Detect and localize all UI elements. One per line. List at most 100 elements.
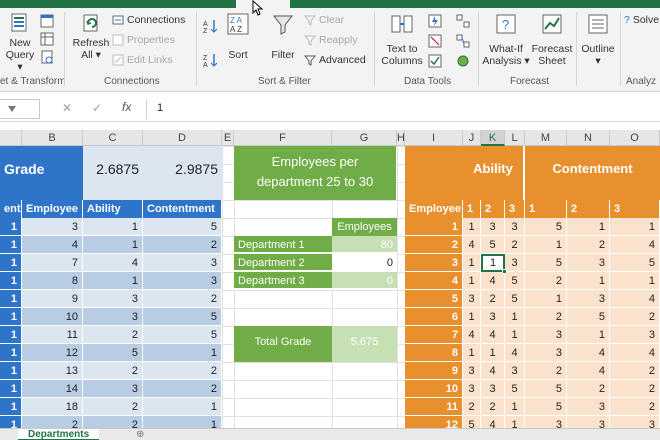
data-validation-icon[interactable]: [428, 54, 442, 71]
forecast-sheet-button[interactable]: Forecast Sheet: [530, 12, 574, 67]
column-header-a[interactable]: [0, 130, 22, 146]
right-table-cell[interactable]: 2: [481, 290, 505, 308]
right-table-cell[interactable]: 2: [481, 398, 505, 416]
left-table-cell[interactable]: 2: [83, 362, 143, 380]
right-table-cell[interactable]: 4: [610, 290, 660, 308]
right-table-cell[interactable]: 2: [525, 272, 567, 290]
left-table-cell[interactable]: 5: [143, 326, 222, 344]
right-table-cell[interactable]: 4: [463, 326, 481, 344]
right-table-header[interactable]: 2: [567, 200, 610, 218]
advanced-button[interactable]: Advanced: [304, 54, 366, 66]
left-table-cell[interactable]: 13: [22, 362, 83, 380]
left-table-cell[interactable]: 3: [83, 308, 143, 326]
right-table-cell[interactable]: 5: [481, 236, 505, 254]
column-header-h[interactable]: H: [397, 130, 405, 146]
what-if-analysis-button[interactable]: ? What-If Analysis ▾: [482, 12, 530, 67]
right-table-cell[interactable]: 1: [463, 218, 481, 236]
text-to-columns-button[interactable]: Text to Columns: [378, 12, 426, 67]
right-table-cell[interactable]: 1: [481, 344, 505, 362]
right-table-cell[interactable]: 1: [567, 218, 610, 236]
right-table-cell[interactable]: 4: [567, 344, 610, 362]
left-table-cell[interactable]: 1: [0, 272, 22, 290]
right-table-header[interactable]: 1: [463, 200, 481, 218]
new-query-button[interactable]: New Query ▾: [2, 12, 38, 73]
right-table-cell[interactable]: 4: [405, 272, 463, 290]
right-table-cell[interactable]: 2: [610, 380, 660, 398]
filter-button[interactable]: Filter: [266, 12, 300, 61]
right-table-cell[interactable]: 1: [505, 308, 525, 326]
left-table-cell[interactable]: 1: [83, 218, 143, 236]
right-table-cell[interactable]: 4: [481, 362, 505, 380]
right-table-cell[interactable]: 6: [405, 308, 463, 326]
formula-input[interactable]: 1: [146, 99, 660, 119]
ability-average[interactable]: 2.6875: [83, 146, 143, 200]
right-table-cell[interactable]: 3: [481, 380, 505, 398]
right-table-cell[interactable]: 3: [505, 362, 525, 380]
right-table-cell[interactable]: 1: [405, 218, 463, 236]
right-table-header[interactable]: 1: [525, 200, 567, 218]
right-table-header[interactable]: 3: [505, 200, 525, 218]
column-header-e[interactable]: E: [222, 130, 234, 146]
right-table-cell[interactable]: 3: [567, 398, 610, 416]
department-employees[interactable]: 80: [332, 236, 397, 254]
right-table-cell[interactable]: 1: [610, 272, 660, 290]
right-table-cell[interactable]: 5: [610, 254, 660, 272]
right-table-cell[interactable]: 1: [505, 398, 525, 416]
left-table-cell[interactable]: 1: [143, 344, 222, 362]
left-table-cell[interactable]: 1: [143, 398, 222, 416]
right-table-cell[interactable]: 3: [481, 308, 505, 326]
right-table-cell[interactable]: 4: [505, 344, 525, 362]
left-table-cell[interactable]: 3: [143, 272, 222, 290]
right-table-cell[interactable]: 3: [610, 326, 660, 344]
right-table-cell[interactable]: 2: [525, 362, 567, 380]
remove-duplicates-icon[interactable]: [428, 34, 442, 51]
right-table-cell[interactable]: 3: [505, 218, 525, 236]
sheet-tab-departments[interactable]: Departments: [18, 429, 100, 440]
total-grade-value[interactable]: 5.675: [332, 326, 397, 362]
left-table-cell[interactable]: 5: [143, 308, 222, 326]
right-table-cell[interactable]: 1: [610, 218, 660, 236]
insert-function-icon[interactable]: fx: [122, 100, 131, 114]
left-table-cell[interactable]: 14: [22, 380, 83, 398]
right-table-header[interactable]: 3: [610, 200, 660, 218]
name-box[interactable]: [0, 99, 40, 119]
column-header-j[interactable]: J: [463, 130, 481, 146]
left-table-cell[interactable]: 1: [0, 236, 22, 254]
enter-formula-icon[interactable]: ✓: [92, 101, 102, 115]
right-table-cell[interactable]: 5: [567, 308, 610, 326]
column-header-n[interactable]: N: [567, 130, 610, 146]
left-table-cell[interactable]: 4: [22, 236, 83, 254]
column-header-b[interactable]: B: [22, 130, 83, 146]
right-table-cell[interactable]: 1: [463, 272, 481, 290]
left-table-header[interactable]: Contentment: [143, 200, 222, 218]
department-employees[interactable]: 0: [332, 254, 397, 272]
left-table-cell[interactable]: 1: [0, 362, 22, 380]
left-table-cell[interactable]: 1: [0, 344, 22, 362]
left-table-header[interactable]: ent: [0, 200, 22, 218]
properties-button[interactable]: Properties: [112, 34, 175, 46]
column-header-d[interactable]: D: [143, 130, 222, 146]
right-table-cell[interactable]: 2: [610, 308, 660, 326]
left-table-cell[interactable]: 1: [0, 218, 22, 236]
right-table-cell[interactable]: 1: [463, 308, 481, 326]
right-table-cell[interactable]: 1: [567, 272, 610, 290]
left-table-cell[interactable]: 3: [22, 218, 83, 236]
right-table-cell[interactable]: 1: [463, 344, 481, 362]
right-table-cell[interactable]: 2: [405, 236, 463, 254]
left-table-cell[interactable]: 3: [83, 290, 143, 308]
cancel-formula-icon[interactable]: ✕: [62, 101, 72, 115]
contentment-average[interactable]: 2.9875: [143, 146, 222, 200]
fill-handle[interactable]: [502, 269, 507, 274]
column-header-k[interactable]: K: [481, 130, 505, 146]
right-table-cell[interactable]: 2: [525, 308, 567, 326]
right-table-cell[interactable]: 11: [405, 398, 463, 416]
right-table-cell[interactable]: 5: [525, 254, 567, 272]
right-table-cell[interactable]: 5: [525, 398, 567, 416]
employees-per-department-title[interactable]: Employees per department 25 to 30: [234, 146, 396, 200]
right-table-cell[interactable]: 3: [463, 362, 481, 380]
right-table-cell[interactable]: 3: [525, 326, 567, 344]
add-sheet-icon[interactable]: ⊕: [136, 429, 144, 440]
right-table-cell[interactable]: 4: [463, 236, 481, 254]
left-table-cell[interactable]: 1: [83, 236, 143, 254]
left-table-cell[interactable]: 2: [143, 362, 222, 380]
